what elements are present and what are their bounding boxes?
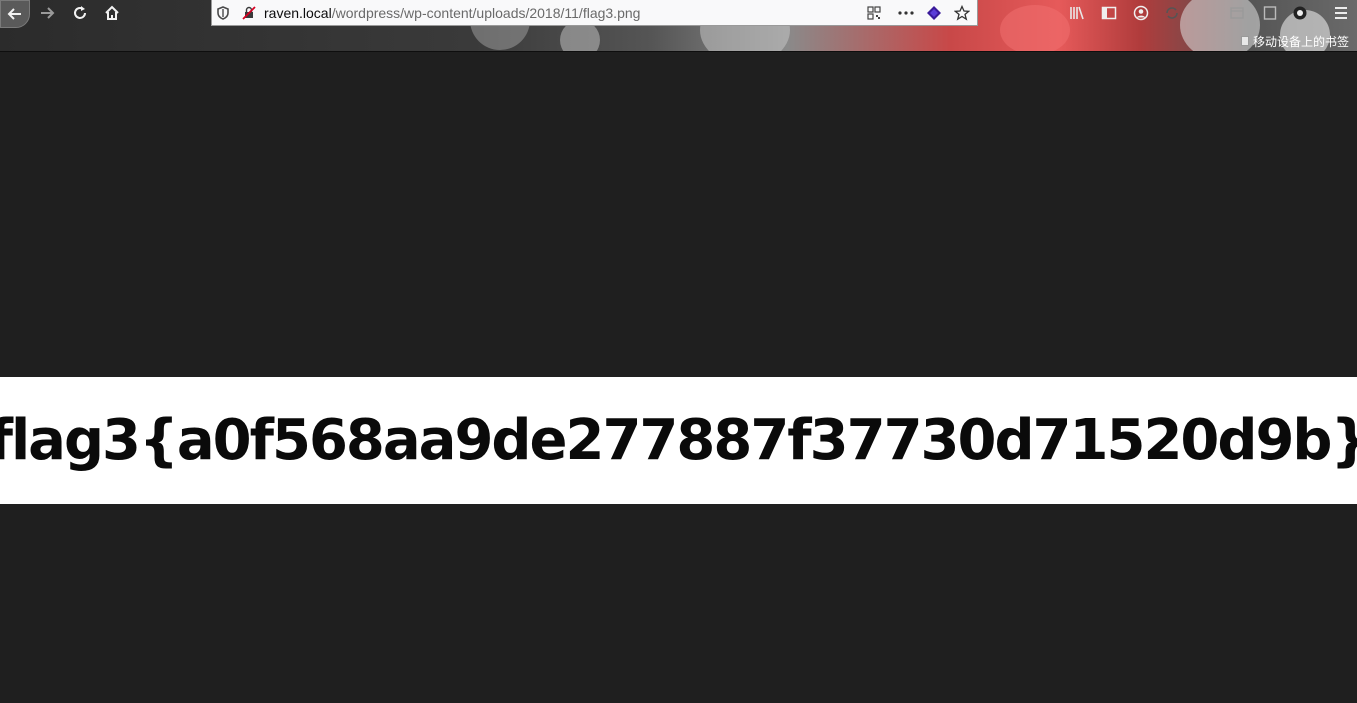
sync-icon[interactable] <box>1160 2 1184 24</box>
back-arrow-icon <box>7 6 23 22</box>
url-host: raven.local <box>264 4 332 21</box>
reader-icon[interactable] <box>1258 2 1282 24</box>
insecure-lock-icon[interactable] <box>238 2 260 24</box>
forward-button[interactable] <box>33 0 61 26</box>
mobile-bookmarks-folder[interactable]: 移动设备上的书签 <box>1240 32 1349 50</box>
star-icon[interactable] <box>951 2 973 24</box>
reload-icon <box>72 5 88 21</box>
back-button[interactable] <box>0 0 30 28</box>
more-dots-icon[interactable] <box>895 2 917 24</box>
reload-button[interactable] <box>66 0 94 26</box>
theme-decoration <box>1000 5 1070 52</box>
profile-avatar-icon[interactable] <box>1288 2 1312 24</box>
hamburger-menu-icon[interactable] <box>1329 2 1353 24</box>
shield-icon[interactable] <box>212 2 234 24</box>
qr-code-icon[interactable] <box>863 2 885 24</box>
page-viewport: flag3{a0f568aa9de277887f37730d71520d9b} <box>0 52 1357 703</box>
screenshot-icon[interactable] <box>1225 2 1249 24</box>
account-icon[interactable] <box>1129 2 1153 24</box>
home-button[interactable] <box>98 0 126 26</box>
purple-extension-icon[interactable] <box>923 2 945 24</box>
url-bar[interactable]: raven.local/wordpress/wp-content/uploads… <box>211 0 978 26</box>
flag-text: flag3{a0f568aa9de277887f37730d71520d9b} <box>0 408 1357 473</box>
forward-arrow-icon <box>39 5 55 21</box>
library-icon[interactable] <box>1065 2 1089 24</box>
flag-image: flag3{a0f568aa9de277887f37730d71520d9b} <box>0 377 1357 504</box>
sidebar-icon[interactable] <box>1097 2 1121 24</box>
url-text[interactable]: raven.local/wordpress/wp-content/uploads… <box>264 5 640 21</box>
home-icon <box>104 5 120 21</box>
folder-icon <box>1240 36 1249 46</box>
browser-toolbar: raven.local/wordpress/wp-content/uploads… <box>0 0 1357 52</box>
mobile-bookmarks-label: 移动设备上的书签 <box>1252 34 1349 49</box>
url-path: /wordpress/wp-content/uploads/2018/11/fl… <box>331 4 641 21</box>
